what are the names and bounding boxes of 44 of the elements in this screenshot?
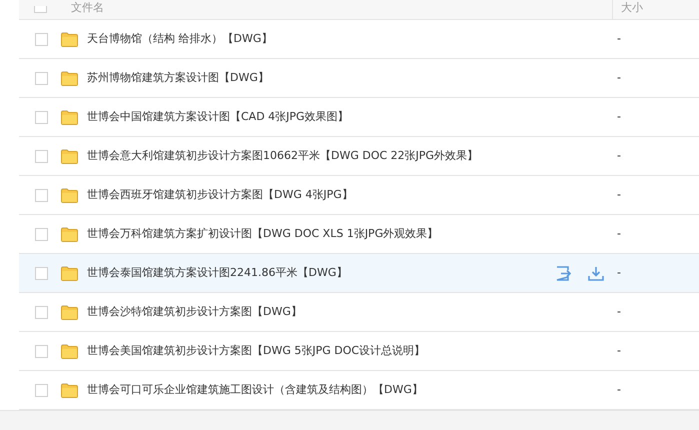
row-checkbox[interactable]	[35, 266, 48, 280]
file-name[interactable]: 世博会万科馆建筑方案扩初设计图【DWG DOC XLS 1张JPG外观效果】	[87, 226, 552, 242]
folder-icon	[61, 32, 78, 46]
file-size: -	[617, 264, 621, 281]
folder-icon	[61, 344, 78, 358]
file-size: -	[617, 108, 621, 125]
folder-icon	[61, 304, 78, 320]
file-size: -	[617, 304, 621, 320]
file-name[interactable]: 世博会中国馆建筑方案设计图【CAD 4张JPG效果图】	[87, 108, 552, 126]
file-size: -	[617, 226, 621, 242]
select-all-checkbox[interactable]	[34, 6, 47, 13]
folder-icon	[61, 188, 78, 202]
file-size: -	[617, 382, 621, 398]
row-checkbox[interactable]	[35, 188, 48, 202]
file-name[interactable]: 世博会沙特馆建筑初步设计方案图【DWG】	[87, 304, 552, 320]
file-name[interactable]: 世博会西班牙馆建筑初步设计方案图【DWG 4张JPG】	[87, 186, 552, 204]
folder-icon	[61, 148, 78, 164]
file-name[interactable]: 苏州博物馆建筑方案设计图【DWG】	[87, 70, 552, 86]
file-name[interactable]: 世博会可口可乐企业馆建筑施工图设计（含建筑及结构图）【DWG】	[87, 382, 552, 398]
file-name[interactable]: 世博会美国馆建筑初步设计方案图【DWG 5张JPG DOC设计总说明】	[87, 342, 552, 360]
folder-icon	[61, 70, 78, 86]
row-checkbox[interactable]	[35, 110, 48, 124]
row-checkbox[interactable]	[35, 384, 48, 396]
file-row[interactable]: 世博会泰国馆建筑方案设计图2241.86平米【DWG】 -	[19, 254, 699, 293]
file-size: -	[617, 342, 621, 359]
file-name[interactable]: 世博会泰国馆建筑方案设计图2241.86平米【DWG】	[87, 264, 552, 282]
file-name[interactable]: 世博会意大利馆建筑初步设计方案图10662平米【DWG DOC 22张JPG外效果】	[87, 148, 552, 164]
row-checkbox[interactable]	[35, 306, 48, 318]
folder-icon	[61, 226, 78, 242]
row-checkbox[interactable]	[35, 150, 48, 162]
row-checkbox[interactable]	[35, 228, 48, 240]
file-size: -	[617, 148, 621, 164]
file-size: -	[617, 186, 621, 203]
file-size: -	[617, 30, 621, 47]
file-name[interactable]: 天台博物馆（结构 给排水）【DWG】	[87, 30, 552, 48]
folder-icon	[61, 266, 78, 280]
share-icon[interactable]	[556, 266, 572, 280]
download-icon[interactable]	[588, 266, 604, 280]
row-checkbox[interactable]	[35, 344, 48, 358]
row-checkbox[interactable]	[35, 32, 48, 46]
file-size: -	[617, 70, 621, 86]
row-checkbox[interactable]	[35, 72, 48, 84]
folder-icon	[61, 110, 78, 124]
folder-icon	[61, 382, 78, 398]
